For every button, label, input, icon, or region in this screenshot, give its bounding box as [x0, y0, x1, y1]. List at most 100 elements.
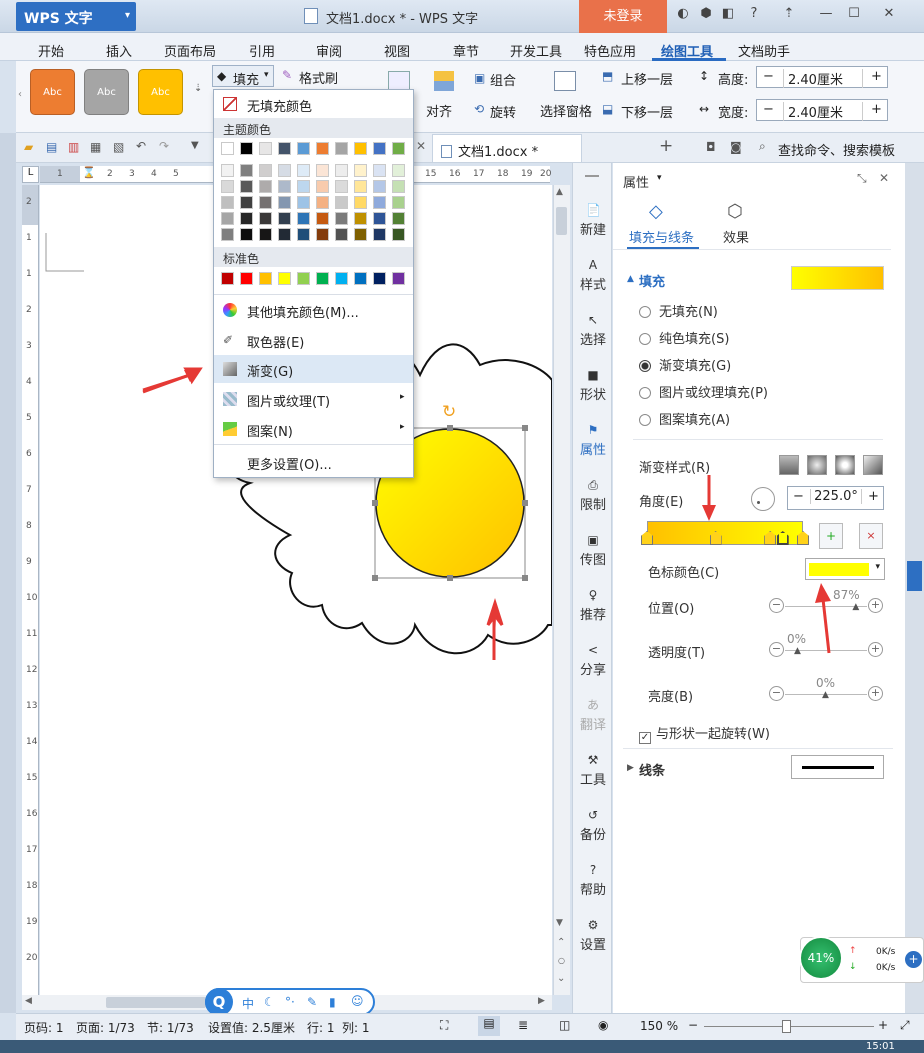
chevron-down-icon[interactable]: ▾ [657, 173, 662, 183]
increment-icon[interactable]: + [871, 102, 882, 117]
color-swatch[interactable] [373, 272, 386, 285]
width-value[interactable]: 2.40厘米 [783, 102, 863, 121]
expand-icon[interactable]: ▶ [627, 763, 634, 773]
tab-layout[interactable]: 页面布局 [164, 41, 216, 60]
color-swatch[interactable] [259, 272, 272, 285]
resize-handle[interactable] [372, 575, 378, 581]
format-brush-button[interactable]: 格式刷 [299, 68, 338, 87]
zoom-slider-thumb[interactable] [782, 1020, 791, 1033]
color-swatch[interactable] [373, 164, 386, 177]
stop-color-picker[interactable]: ▾ [805, 558, 885, 580]
color-swatch[interactable] [278, 272, 291, 285]
page-view-icon[interactable]: ▤ [478, 1016, 500, 1036]
color-swatch[interactable] [335, 164, 348, 177]
decrement-icon[interactable]: − [763, 102, 774, 117]
increment-icon[interactable]: + [871, 69, 882, 84]
delete-stop-icon[interactable]: × [859, 523, 883, 549]
color-swatch[interactable] [278, 142, 291, 155]
color-swatch[interactable] [240, 180, 253, 193]
color-swatch[interactable] [392, 272, 405, 285]
color-swatch[interactable] [240, 142, 253, 155]
rotate-handle-icon[interactable]: ↻ [442, 402, 456, 422]
brightness-slider-thumb[interactable]: ▲ [822, 690, 829, 700]
flag-icon[interactable]: ◙ [730, 140, 742, 154]
redo-icon[interactable]: ↷ [159, 139, 169, 153]
scroll-down-icon[interactable]: ▼ [556, 918, 563, 928]
color-swatch[interactable] [240, 164, 253, 177]
ime-mode[interactable]: 中 [242, 995, 254, 1012]
resize-handle[interactable] [522, 425, 528, 431]
color-swatch[interactable] [354, 142, 367, 155]
color-swatch[interactable] [354, 228, 367, 241]
shape-style-orange[interactable]: Abc [30, 69, 75, 115]
ime-toolbar[interactable]: Q 中 ☾ °· ✎ ▮ ☺ [205, 988, 375, 1016]
resize-handle[interactable] [522, 575, 528, 581]
color-swatch[interactable] [297, 212, 310, 225]
customize-icon[interactable]: ▼ [191, 140, 199, 151]
color-swatch[interactable] [240, 272, 253, 285]
transparency-slider-thumb[interactable]: ▲ [794, 646, 801, 656]
more-fill-colors-item[interactable]: 其他填充颜色(M)... [214, 296, 413, 324]
color-swatch[interactable] [240, 196, 253, 209]
color-swatch[interactable] [316, 142, 329, 155]
ime-moon-icon[interactable]: ☾ [264, 995, 275, 1009]
gradient-stop[interactable] [709, 531, 722, 545]
decrement-icon[interactable]: − [793, 489, 804, 504]
sidebar-item-select[interactable]: ↖ 选择 [573, 313, 613, 348]
angle-dial[interactable] [751, 487, 775, 511]
sidebar-item-help[interactable]: ? 帮助 [573, 863, 613, 898]
color-swatch[interactable] [259, 196, 272, 209]
sidebar-item-share[interactable]: < 分享 [573, 643, 613, 678]
decrement-icon[interactable]: − [763, 69, 774, 84]
color-swatch[interactable] [278, 164, 291, 177]
resize-handle[interactable] [447, 425, 453, 431]
zoom-in-icon[interactable]: + [878, 1018, 888, 1032]
no-fill-item[interactable]: 无填充颜色 [214, 92, 413, 116]
collapse-icon[interactable] [585, 175, 599, 177]
gradient-path-icon[interactable] [863, 455, 883, 475]
color-swatch[interactable] [240, 228, 253, 241]
settings-icon[interactable]: ⬢ [695, 6, 717, 26]
preview-icon[interactable]: ▧ [113, 140, 124, 154]
search-command-input[interactable]: 查找命令、搜索模板 [778, 140, 895, 159]
color-swatch[interactable] [221, 142, 234, 155]
shape-style-gray[interactable]: Abc [84, 69, 129, 115]
reading-mode-icon[interactable]: ◉ [598, 1018, 608, 1032]
color-swatch[interactable] [297, 196, 310, 209]
option-no-fill[interactable]: 无填充(N) [639, 301, 718, 320]
gradient-stop[interactable] [797, 531, 809, 545]
color-swatch[interactable] [392, 196, 405, 209]
print-icon[interactable]: ▦ [90, 140, 101, 154]
scroll-thumb[interactable] [556, 207, 567, 235]
color-swatch[interactable] [259, 228, 272, 241]
web-view-icon[interactable]: ◫ [559, 1018, 570, 1032]
line-style-preview[interactable] [791, 755, 884, 779]
gradient-item[interactable]: 渐变(G) [214, 355, 413, 383]
undo-icon[interactable]: ↶ [136, 139, 146, 153]
resize-handle[interactable] [447, 575, 453, 581]
align-button[interactable]: 对齐 [426, 101, 452, 120]
close-panel-icon[interactable]: ✕ [879, 171, 889, 185]
maximize-button[interactable]: ☐ [843, 6, 865, 26]
increment-icon[interactable]: + [868, 489, 879, 504]
color-swatch[interactable] [335, 180, 348, 193]
color-swatch[interactable] [373, 196, 386, 209]
color-swatch[interactable] [335, 272, 348, 285]
ime-punct-icon[interactable]: °· [285, 995, 295, 1009]
indent-marker-icon[interactable]: ⌛ [82, 166, 96, 179]
color-swatch[interactable] [259, 180, 272, 193]
resize-handle[interactable] [522, 500, 528, 506]
color-swatch[interactable] [240, 212, 253, 225]
color-swatch[interactable] [297, 272, 310, 285]
height-value[interactable]: 2.40厘米 [783, 69, 863, 88]
document-tab[interactable]: 文档1.docx * [432, 134, 582, 162]
picture-texture-item[interactable]: 图片或纹理(T) ▸ [214, 385, 413, 413]
color-swatch[interactable] [316, 228, 329, 241]
wps-menu-button[interactable]: WPS 文字 ▾ [16, 2, 136, 31]
minimize-button[interactable]: — [815, 6, 837, 26]
login-button[interactable]: 未登录 [579, 0, 667, 33]
gradient-radial-icon[interactable] [807, 455, 827, 475]
color-swatch[interactable] [316, 196, 329, 209]
height-field[interactable]: − 2.40厘米 + [756, 66, 888, 88]
color-swatch[interactable] [297, 180, 310, 193]
